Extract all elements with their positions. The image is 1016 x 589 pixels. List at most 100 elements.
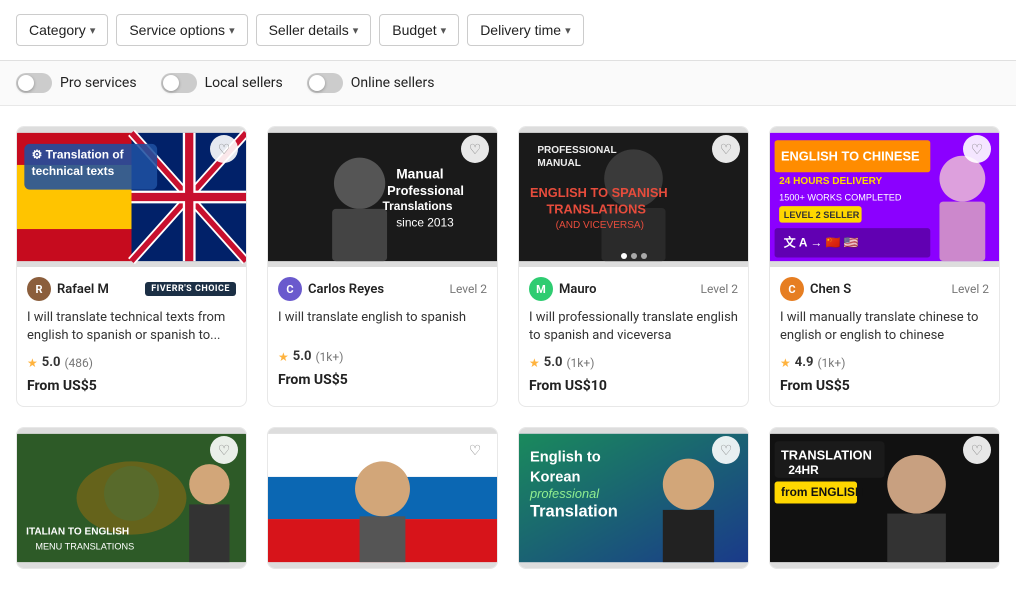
budget-filter[interactable]: Budget ▾ [379,14,459,46]
dot-1 [621,253,627,259]
stars-icon: ★ [278,350,289,364]
card-image-4: ENGLISH TO CHINESE 24 HOURS DELIVERY 150… [770,127,999,267]
gig-card-4[interactable]: ENGLISH TO CHINESE 24 HOURS DELIVERY 150… [769,126,1000,407]
svg-text:English to: English to [530,450,601,466]
card-rating: ★ 4.9 (1k+) [770,351,999,374]
svg-text:technical texts: technical texts [32,164,115,178]
dot-2 [631,253,637,259]
rating-count: (486) [64,356,93,370]
online-sellers-label: Online sellers [351,75,435,91]
svg-text:PROFESSIONAL: PROFESSIONAL [537,145,616,156]
svg-text:since 2013: since 2013 [396,215,454,229]
online-sellers-toggle[interactable] [307,73,343,93]
card-price: From US$10 [519,374,748,406]
stars-icon: ★ [780,356,791,370]
budget-label: Budget [392,22,436,38]
level-badge: Level 2 [450,282,488,296]
pro-services-label: Pro services [60,75,137,91]
pro-services-toggle[interactable] [16,73,52,93]
card-description: I will manually translate chinese to eng… [770,305,999,351]
wishlist-button[interactable]: ♡ [712,135,740,163]
svg-text:MANUAL: MANUAL [537,158,581,169]
seller-name: Carlos Reyes [308,282,384,297]
card-image-5: ITALIAN TO ENGLISH MENU TRANSLATIONS ♡ [17,428,246,568]
carousel-dots [621,253,647,259]
chevron-down-icon: ▾ [441,24,447,37]
filter-bar: Category ▾ Service options ▾ Seller deta… [0,0,1016,61]
cards-grid: ⚙ Translation of technical texts ♡ R Raf… [0,106,1016,589]
fiverrs-choice-badge: FIVERR'S CHOICE [145,282,236,296]
card-rating: ★ 5.0 (1k+) [519,351,748,374]
rating-value: 5.0 [42,355,61,370]
svg-text:24 HOURS DELIVERY: 24 HOURS DELIVERY [779,176,882,187]
online-sellers-toggle-item: Online sellers [307,73,435,93]
toggle-knob [309,75,325,91]
chevron-down-icon: ▾ [353,24,359,37]
avatar: R [27,277,51,301]
seller-left: C Chen S [780,277,851,301]
wishlist-button[interactable]: ♡ [461,135,489,163]
card-image-6: ♡ [268,428,497,568]
gig-card-3[interactable]: PROFESSIONAL MANUAL ENGLISH TO SPANISH T… [518,126,749,407]
svg-text:from ENGLISH: from ENGLISH [781,486,864,500]
svg-text:Manual: Manual [396,167,443,182]
gig-card-7[interactable]: English to Korean professional Translati… [518,427,749,569]
card-image-3: PROFESSIONAL MANUAL ENGLISH TO SPANISH T… [519,127,748,267]
price-value: From US$5 [780,378,850,394]
avatar: C [278,277,302,301]
local-sellers-label: Local sellers [205,75,283,91]
card-description: I will professionally translate english … [519,305,748,351]
card-seller-info: M Mauro Level 2 [519,267,748,305]
category-label: Category [29,22,86,38]
service-options-filter[interactable]: Service options ▾ [116,14,247,46]
svg-text:professional: professional [529,486,600,501]
service-options-label: Service options [129,22,225,38]
gig-card-6[interactable]: ♡ [267,427,498,569]
gig-card-5[interactable]: ITALIAN TO ENGLISH MENU TRANSLATIONS ♡ [16,427,247,569]
seller-left: R Rafael M [27,277,109,301]
card-rating: ★ 5.0 (486) [17,351,246,374]
seller-name: Mauro [559,282,596,297]
seller-left: C Carlos Reyes [278,277,384,301]
rating-count: (1k+) [315,350,343,364]
rating-value: 5.0 [293,349,312,364]
category-filter[interactable]: Category ▾ [16,14,108,46]
local-sellers-toggle[interactable] [161,73,197,93]
seller-details-filter[interactable]: Seller details ▾ [256,14,372,46]
rating-count: (1k+) [566,356,594,370]
card-seller-info: R Rafael M FIVERR'S CHOICE [17,267,246,305]
svg-text:Korean: Korean [530,470,580,486]
chevron-down-icon: ▾ [90,24,96,37]
gig-card-2[interactable]: Manual Professional Translations since 2… [267,126,498,407]
delivery-time-label: Delivery time [480,22,561,38]
rating-value: 5.0 [544,355,563,370]
svg-text:TRANSLATION: TRANSLATION [781,448,872,463]
seller-name: Rafael M [57,282,109,297]
pro-services-toggle-item: Pro services [16,73,137,93]
toggle-bar: Pro services Local sellers Online seller… [0,61,1016,106]
card-description: I will translate technical texts from en… [17,305,246,351]
level-badge: Level 2 [952,282,990,296]
wishlist-button[interactable]: ♡ [210,135,238,163]
seller-details-label: Seller details [269,22,349,38]
svg-text:LEVEL 2 SELLER: LEVEL 2 SELLER [784,210,860,220]
card-image-7: English to Korean professional Translati… [519,428,748,568]
price-value: From US$5 [27,378,97,394]
chevron-down-icon: ▾ [565,24,571,37]
level-badge: Level 2 [701,282,739,296]
svg-text:ENGLISH TO SPANISH: ENGLISH TO SPANISH [530,185,668,200]
svg-text:TRANSLATIONS: TRANSLATIONS [546,201,646,216]
card-price: From US$5 [268,368,497,400]
gig-card-8[interactable]: TRANSLATION 24HR from ENGLISH ♡ [769,427,1000,569]
gig-card-1[interactable]: ⚙ Translation of technical texts ♡ R Raf… [16,126,247,407]
avatar: C [780,277,804,301]
card-seller-info: C Carlos Reyes Level 2 [268,267,497,305]
svg-text:⚙ Translation of: ⚙ Translation of [32,148,124,162]
stars-icon: ★ [529,356,540,370]
svg-text:文 A → 🇨🇳 🇺🇸: 文 A → 🇨🇳 🇺🇸 [784,235,859,249]
price-value: From US$10 [529,378,607,394]
local-sellers-toggle-item: Local sellers [161,73,283,93]
card-price: From US$5 [17,374,246,406]
delivery-time-filter[interactable]: Delivery time ▾ [467,14,583,46]
wishlist-button[interactable]: ♡ [963,135,991,163]
